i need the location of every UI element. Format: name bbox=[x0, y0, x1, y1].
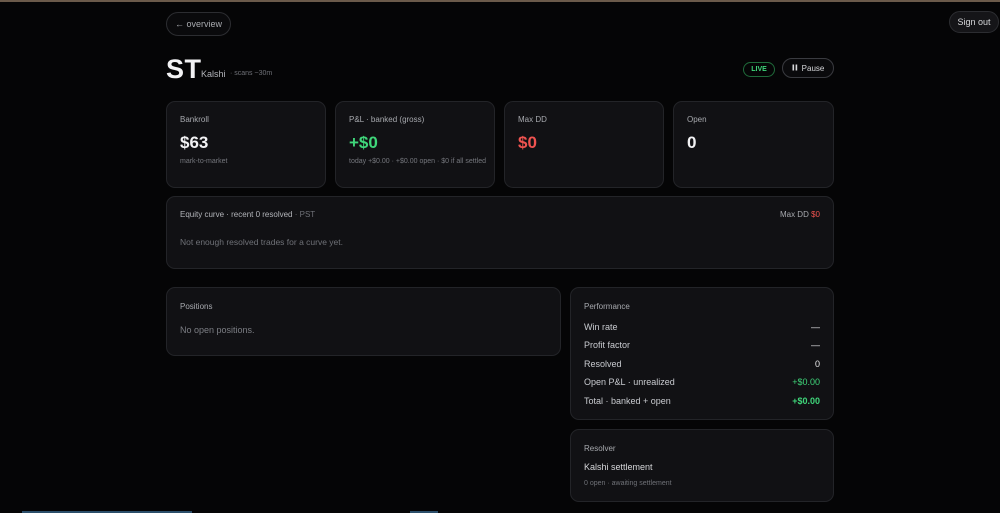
stat-value: $63 bbox=[180, 133, 209, 152]
perf-value: — bbox=[811, 322, 820, 332]
resolver-title: Resolver bbox=[584, 444, 616, 453]
perf-value: +$0.00 bbox=[792, 396, 820, 406]
status-badge: LIVE bbox=[743, 62, 775, 77]
stat-sub: today +$0.00 · +$0.00 open · $0 if all s… bbox=[349, 158, 486, 165]
max-dd-label: Max DD bbox=[779, 210, 809, 219]
exchange-label: Kalshi bbox=[201, 69, 226, 79]
positions-title: Positions bbox=[180, 302, 213, 311]
stat-label: Open bbox=[687, 115, 707, 124]
perf-row-total: Total · banked + open +$0.00 bbox=[584, 394, 820, 408]
performance-title: Performance bbox=[584, 302, 630, 311]
pnl-card: P&L · banked (gross) +$0 today +$0.00 · … bbox=[335, 101, 495, 188]
equity-curve-panel: Equity curve · recent 0 resolved · PST M… bbox=[166, 196, 834, 269]
stat-value: $0 bbox=[518, 133, 537, 152]
equity-curve-title: Equity curve · recent 0 resolved · PST bbox=[180, 210, 315, 219]
pause-button[interactable]: Pause bbox=[782, 58, 834, 78]
top-accent-line bbox=[0, 0, 1000, 2]
stat-value: +$0 bbox=[349, 133, 378, 152]
resolver-status: 0 open · awaiting settlement bbox=[584, 480, 672, 487]
perf-value: 0 bbox=[814, 359, 820, 369]
max-dd-card: Max DD $0 bbox=[504, 101, 664, 188]
positions-panel: Positions No open positions. bbox=[166, 287, 561, 356]
resolver-name: Kalshi settlement bbox=[584, 462, 653, 472]
perf-label: Total · banked + open bbox=[584, 396, 671, 406]
stat-label: P&L · banked (gross) bbox=[349, 115, 425, 124]
perf-row-win-rate: Win rate — bbox=[584, 320, 820, 334]
perf-label: Resolved bbox=[584, 359, 622, 369]
perf-row-profit-factor: Profit factor — bbox=[584, 338, 820, 352]
equity-curve-title-text: Equity curve · recent 0 resolved bbox=[180, 210, 293, 219]
perf-label: Win rate bbox=[584, 322, 618, 332]
pause-icon bbox=[792, 64, 798, 73]
stat-label: Max DD bbox=[518, 115, 547, 124]
perf-value: — bbox=[811, 340, 820, 350]
perf-row-resolved: Resolved 0 bbox=[584, 357, 820, 371]
perf-label: Profit factor bbox=[584, 340, 631, 350]
sign-out-button[interactable]: Sign out bbox=[949, 11, 999, 33]
positions-empty-message: No open positions. bbox=[180, 325, 255, 335]
timezone-label: · PST bbox=[294, 210, 316, 219]
back-to-overview-button[interactable]: ← overview bbox=[166, 12, 231, 36]
resolver-panel: Resolver Kalshi settlement 0 open · awai… bbox=[570, 429, 834, 502]
stat-value: 0 bbox=[687, 133, 697, 152]
max-dd-value: $0 bbox=[811, 210, 820, 219]
stat-sub: mark-to-market bbox=[180, 158, 228, 165]
pause-label: Pause bbox=[801, 63, 825, 73]
stat-label: Bankroll bbox=[180, 115, 209, 124]
equity-max-dd: Max DD $0 bbox=[780, 210, 820, 219]
perf-value: +$0.00 bbox=[792, 377, 820, 387]
page-title: ST bbox=[166, 54, 202, 84]
scan-interval-label: · scans ~30m bbox=[230, 70, 273, 77]
bankroll-card: Bankroll $63 mark-to-market bbox=[166, 101, 326, 188]
equity-empty-message: Not enough resolved trades for a curve y… bbox=[180, 237, 344, 247]
performance-panel: Performance Win rate — Profit factor — R… bbox=[570, 287, 834, 420]
perf-row-open-pnl: Open P&L · unrealized +$0.00 bbox=[584, 375, 820, 389]
open-card: Open 0 bbox=[673, 101, 834, 188]
perf-label: Open P&L · unrealized bbox=[584, 377, 675, 387]
